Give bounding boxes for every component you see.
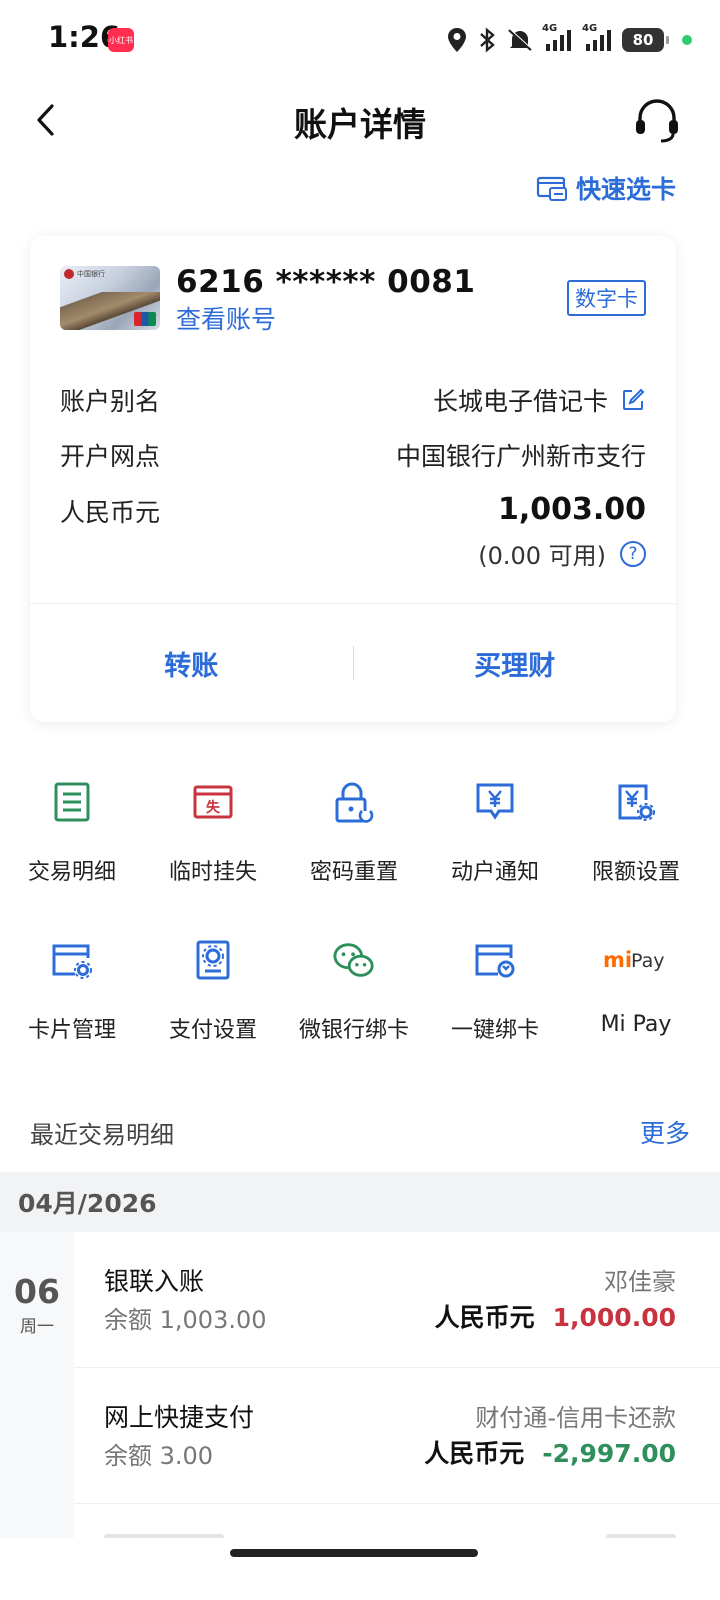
service-label: 微银行绑卡 [298,1018,409,1043]
bind-card-icon [475,944,515,978]
service-limit-settings[interactable]: 限额设置 [564,780,708,886]
list-icon [54,782,90,822]
service-label: 动户通知 [450,860,539,885]
service-one-click-bind[interactable]: 一键绑卡 [423,938,567,1044]
view-account-link[interactable]: 查看账号 [176,300,276,336]
service-label: Mi Pay [600,1012,672,1037]
service-label: 支付设置 [168,1018,257,1043]
more-link[interactable]: 更多 [640,1114,690,1150]
mi-pay-logo-mi: mi [603,948,632,972]
service-label: 卡片管理 [27,1018,116,1043]
currency-label: 人民币元 [60,498,161,527]
report-loss-icon: 失 [193,785,233,819]
signal-icon-2: 4G [582,23,614,53]
yuan-message-icon [476,783,514,820]
service-mi-pay[interactable]: mi Pay Mi Pay [564,938,708,1037]
alias-row: 账户别名 长城电子借记卡 [60,380,646,420]
nav-header: 账户详情 [0,80,720,160]
transaction-counterparty: 邓佳豪 [604,1268,676,1296]
available-balance-text: (0.00 可用) [478,542,606,570]
alias-value: 长城电子借记卡 [432,387,608,416]
account-balance: 1,003.00 [497,492,646,527]
weekday: 周一 [20,1317,54,1337]
limit-settings-icon [618,784,655,821]
recent-transactions-header: 最近交易明细 更多 [30,1112,690,1152]
transaction-counterparty: 财付通-信用卡还款 [475,1404,676,1432]
mi-pay-logo-text: Pay [631,950,665,972]
signal-icon-1: 4G [542,23,574,53]
bluetooth-icon [480,27,495,53]
mi-pay-logo: miPay [603,948,665,972]
system-icons: 4G 4G 80 [446,23,692,54]
transaction-amount: 人民币元 1,000.00 [435,1298,676,1334]
edit-icon[interactable] [620,387,646,413]
service-label: 交易明细 [27,860,116,885]
service-payment-settings[interactable]: 支付设置 [141,938,285,1044]
account-card: 中国银行 6216 ****** 0081 查看账号 数字卡 账户别名 长城电子… [30,236,676,722]
service-label: 限额设置 [591,860,680,885]
available-balance: (0.00 可用) ? [478,536,646,571]
transaction-balance: 余额 3.00 [104,1442,214,1470]
branch-label: 开户网点 [60,442,161,471]
status-bar: 1:26 小红书 4G 4G 80 [0,0,720,80]
digital-card-badge: 数字卡 [567,280,646,316]
service-label: 密码重置 [309,860,398,885]
transaction-amount-value: 1,000.00 [552,1303,676,1332]
card-switch-icon [536,176,567,201]
service-wechat-bind[interactable]: 微银行绑卡 [282,938,426,1044]
transaction-name: 银联入账 [104,1267,205,1296]
service-password-reset[interactable]: 密码重置 [282,780,426,886]
card-number: 6216 ****** 0081 [176,264,476,300]
account-card-info: 中国银行 6216 ****** 0081 查看账号 数字卡 账户别名 长城电子… [30,236,676,604]
date-column: 06 周一 [0,1232,74,1552]
location-icon [448,28,466,52]
network-type-1: 4G [542,23,558,34]
transfer-button[interactable]: 转账 [30,644,353,683]
service-transaction-details[interactable]: 交易明细 [0,780,144,886]
transaction-amount: 人民币元 -2,997.00 [424,1434,676,1470]
mute-icon [508,28,533,51]
card-actions: 转账 买理财 [30,604,676,722]
headset-icon [636,99,678,143]
bank-logo-text: 中国银行 [77,270,105,278]
transaction-row[interactable]: 网上快捷支付 余额 3.00 财付通-信用卡还款 人民币元 -2,997.00 [74,1368,720,1504]
bank-logo [64,269,74,279]
payment-settings-icon [196,940,230,980]
unionpay-logo [134,312,156,326]
transaction-balance: 余额 1,003.00 [104,1306,267,1334]
service-label: 一键绑卡 [450,1018,539,1043]
month-header: 04月/2026 [0,1172,720,1232]
network-type-2: 4G [582,23,598,34]
active-indicator-dot [682,35,692,45]
transaction-currency: 人民币元 [434,1303,535,1332]
page-title: 账户详情 [294,105,426,144]
bottom-area [0,1538,720,1600]
home-indicator[interactable] [230,1549,478,1557]
buy-wealth-button[interactable]: 买理财 [354,644,677,683]
app-notification-icon: 小红书 [108,28,134,52]
lock-reset-icon [335,782,374,823]
bank-card-thumbnail: 中国银行 [60,266,160,330]
transaction-amount-value: -2,997.00 [542,1439,676,1468]
quick-select-label: 快速选卡 [575,175,676,204]
service-card-management[interactable]: 卡片管理 [0,938,144,1044]
customer-service-button[interactable] [632,96,682,146]
alias-label: 账户别名 [60,387,161,416]
report-loss-glyph: 失 [206,799,221,816]
card-settings-icon [52,944,92,979]
day-number: 06 [14,1272,60,1311]
branch-value: 中国银行广州新市支行 [395,442,646,471]
service-account-notice[interactable]: 动户通知 [423,780,567,886]
quick-select-card-button[interactable]: 快速选卡 [536,170,676,206]
transaction-currency: 人民币元 [424,1439,525,1468]
branch-row: 开户网点 中国银行广州新市支行 [60,435,646,475]
service-label: 临时挂失 [168,860,257,885]
transaction-name: 网上快捷支付 [104,1403,255,1432]
wechat-icon [333,943,374,977]
battery-icon: 80 [622,28,669,52]
service-report-loss[interactable]: 失 临时挂失 [141,780,285,886]
help-icon[interactable]: ? [620,540,646,567]
recent-transactions-title: 最近交易明细 [30,1120,174,1149]
transaction-row[interactable]: 银联入账 余额 1,003.00 邓佳豪 人民币元 1,000.00 [74,1232,720,1368]
